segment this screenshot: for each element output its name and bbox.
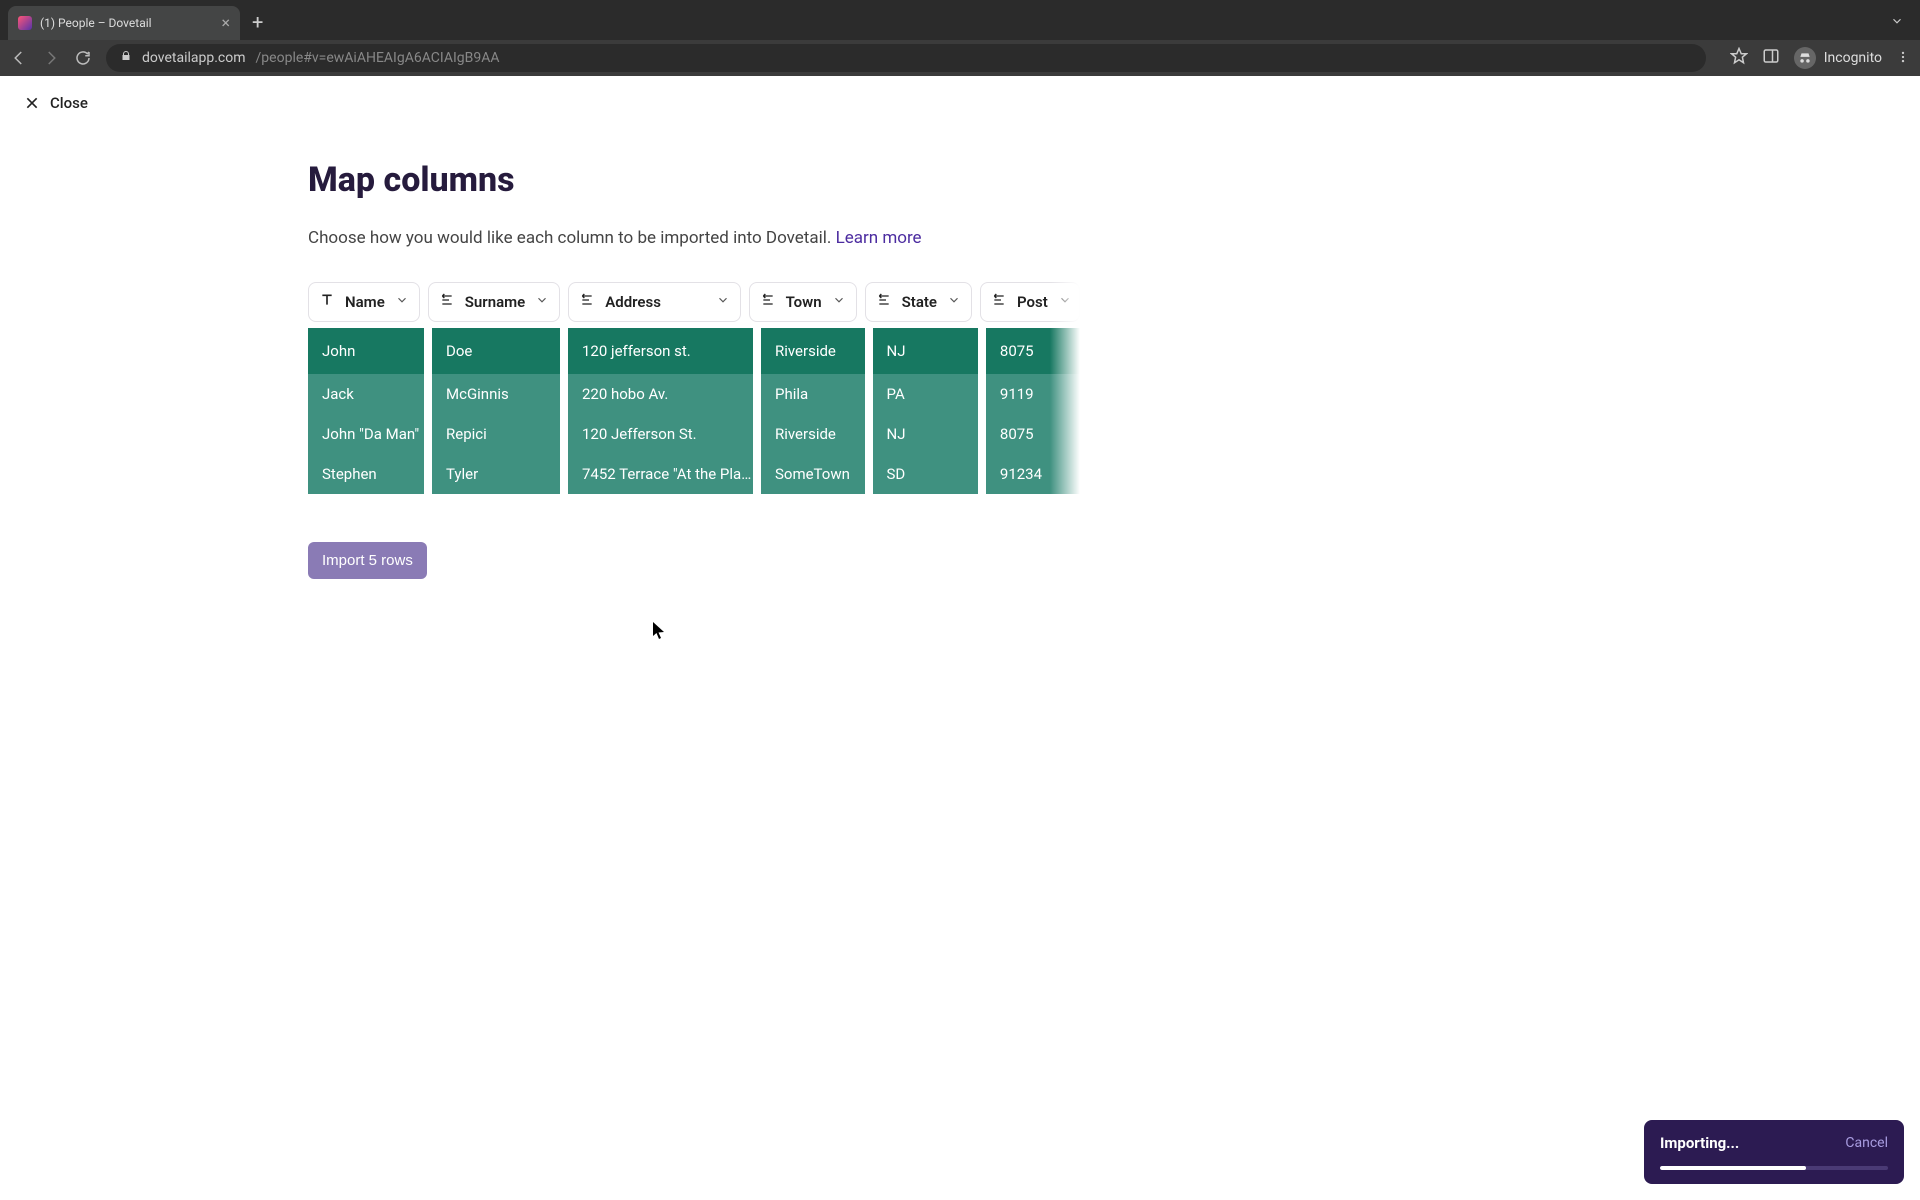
table-cell: NJ — [873, 328, 978, 374]
column-label: Town — [786, 293, 822, 311]
toast-cancel-button[interactable]: Cancel — [1845, 1135, 1888, 1151]
column-mapper-state[interactable]: State — [865, 282, 972, 322]
url-path: /people#v=ewAiAHEAIgA6ACIAIgB9AA — [256, 50, 500, 66]
column-label: Post — [1017, 293, 1048, 311]
chevron-down-icon — [716, 293, 730, 311]
panel-icon[interactable] — [1762, 47, 1780, 69]
table-cell: Jack — [308, 374, 424, 414]
table-cell: Stephen — [308, 454, 424, 494]
table-cell: Tyler — [432, 454, 560, 494]
table-cell: 120 jefferson st. — [568, 328, 753, 374]
table-cell: 220 hobo Av. — [568, 374, 753, 414]
table-cell: 8075 — [986, 328, 1080, 374]
table-cell: SomeTown — [761, 454, 865, 494]
column-type-icon — [319, 292, 335, 312]
table-cell: 8075 — [986, 414, 1080, 454]
column-type-icon — [876, 292, 892, 312]
column-mapper-town[interactable]: Town — [749, 282, 857, 322]
table-cell: 9119 — [986, 374, 1080, 414]
table-cell: John "Da Man" — [308, 414, 424, 454]
table-cell: 91234 — [986, 454, 1080, 494]
table-cell: 7452 Terrace "At the Pla… — [568, 454, 753, 494]
back-button[interactable] — [10, 49, 28, 67]
url-host: dovetailapp.com — [142, 50, 246, 66]
new-tab-button[interactable]: + — [252, 10, 263, 34]
column-type-icon — [439, 292, 455, 312]
column-type-icon — [760, 292, 776, 312]
incognito-icon — [1794, 47, 1816, 69]
table-cell: Doe — [432, 328, 560, 374]
table-cell: Repici — [432, 414, 560, 454]
page-description: Choose how you would like each column to… — [308, 228, 1100, 248]
chevron-down-icon — [947, 293, 961, 311]
chevron-down-icon — [832, 293, 846, 311]
column-type-icon — [991, 292, 1007, 312]
incognito-label: Incognito — [1824, 50, 1882, 66]
forward-button[interactable] — [42, 49, 60, 67]
table-cell: John — [308, 328, 424, 374]
browser-nav-bar: dovetailapp.com/people#v=ewAiAHEAIgA6ACI… — [0, 40, 1920, 76]
browser-tab[interactable]: (1) People – Dovetail × — [8, 6, 240, 40]
chevron-down-icon — [395, 293, 409, 311]
column-mapper-name[interactable]: Name — [308, 282, 420, 322]
browser-menu-icon[interactable] — [1896, 49, 1910, 68]
browser-tab-strip: (1) People – Dovetail × + — [0, 0, 1920, 40]
reload-button[interactable] — [74, 49, 92, 67]
table-cell: McGinnis — [432, 374, 560, 414]
toast-title: Importing... — [1660, 1134, 1739, 1152]
lock-icon — [120, 50, 132, 66]
favicon-icon — [18, 16, 32, 30]
column-mapper-address[interactable]: Address — [568, 282, 740, 322]
cursor-icon — [652, 622, 666, 644]
table-cell: Phila — [761, 374, 865, 414]
close-icon — [24, 95, 40, 111]
close-button[interactable]: Close — [0, 76, 1920, 130]
tab-close-icon[interactable]: × — [221, 15, 230, 31]
table-cell: NJ — [873, 414, 978, 454]
column-label: Surname — [465, 293, 525, 311]
progress-bar-fill — [1660, 1166, 1806, 1170]
column-mapper-surname[interactable]: Surname — [428, 282, 560, 322]
table-cell: SD — [873, 454, 978, 494]
tab-title: (1) People – Dovetail — [40, 16, 152, 30]
column-label: Address — [605, 293, 661, 311]
table-cell: PA — [873, 374, 978, 414]
column-mapper-post[interactable]: Post — [980, 282, 1080, 322]
window-dropdown-icon[interactable] — [1890, 13, 1904, 32]
table-cell: 120 Jefferson St. — [568, 414, 753, 454]
column-label: Name — [345, 293, 385, 311]
close-label: Close — [50, 94, 88, 112]
import-button[interactable]: Import 5 rows — [308, 542, 427, 579]
learn-more-link[interactable]: Learn more — [836, 228, 922, 248]
address-bar[interactable]: dovetailapp.com/people#v=ewAiAHEAIgA6ACI… — [106, 44, 1706, 72]
table-cell: Riverside — [761, 328, 865, 374]
table-cell: Riverside — [761, 414, 865, 454]
incognito-indicator[interactable]: Incognito — [1794, 47, 1882, 69]
import-toast: Importing... Cancel — [1644, 1120, 1904, 1184]
column-label: State — [902, 293, 937, 311]
page-title: Map columns — [308, 160, 1100, 200]
progress-bar — [1660, 1166, 1888, 1170]
app-viewport: Close Map columns Choose how you would l… — [0, 76, 1920, 1200]
column-type-icon — [579, 292, 595, 312]
bookmark-star-icon[interactable] — [1730, 47, 1748, 69]
column-mapping-table: Name Surname Address Town State Post JohnJack… — [308, 282, 1080, 494]
chevron-down-icon — [535, 293, 549, 311]
chevron-down-icon — [1058, 293, 1072, 311]
